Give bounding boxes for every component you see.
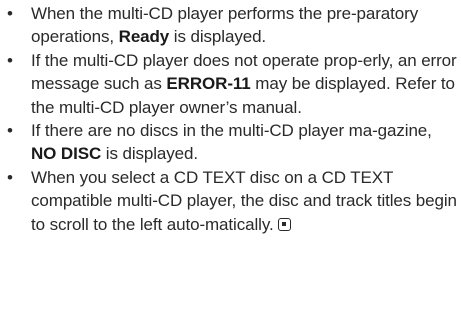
note-text: If there are no discs in the multi-CD pl… [31, 121, 432, 141]
notes-list: • When the multi-CD player performs the … [0, 0, 461, 236]
note-keyword: Ready [118, 27, 170, 47]
note-text: is displayed. [101, 144, 199, 164]
bullet: • [7, 121, 13, 141]
note-cd-text: • When you select a CD TEXT disc on a CD… [0, 166, 461, 236]
note-text: is displayed. [169, 27, 267, 47]
end-of-section-icon [277, 217, 291, 231]
bullet: • [7, 50, 13, 70]
bullet: • [7, 167, 13, 187]
note-ready: • When the multi-CD player performs the … [0, 2, 461, 49]
note-no-disc: • If there are no discs in the multi-CD … [0, 119, 461, 166]
note-keyword: NO DISC [31, 144, 102, 164]
note-text: When you select a CD TEXT disc on a CD T… [31, 167, 457, 234]
bullet: • [7, 4, 13, 23]
note-keyword: ERROR-11 [166, 74, 251, 94]
note-error: • If the multi-CD player does not operat… [0, 49, 461, 119]
